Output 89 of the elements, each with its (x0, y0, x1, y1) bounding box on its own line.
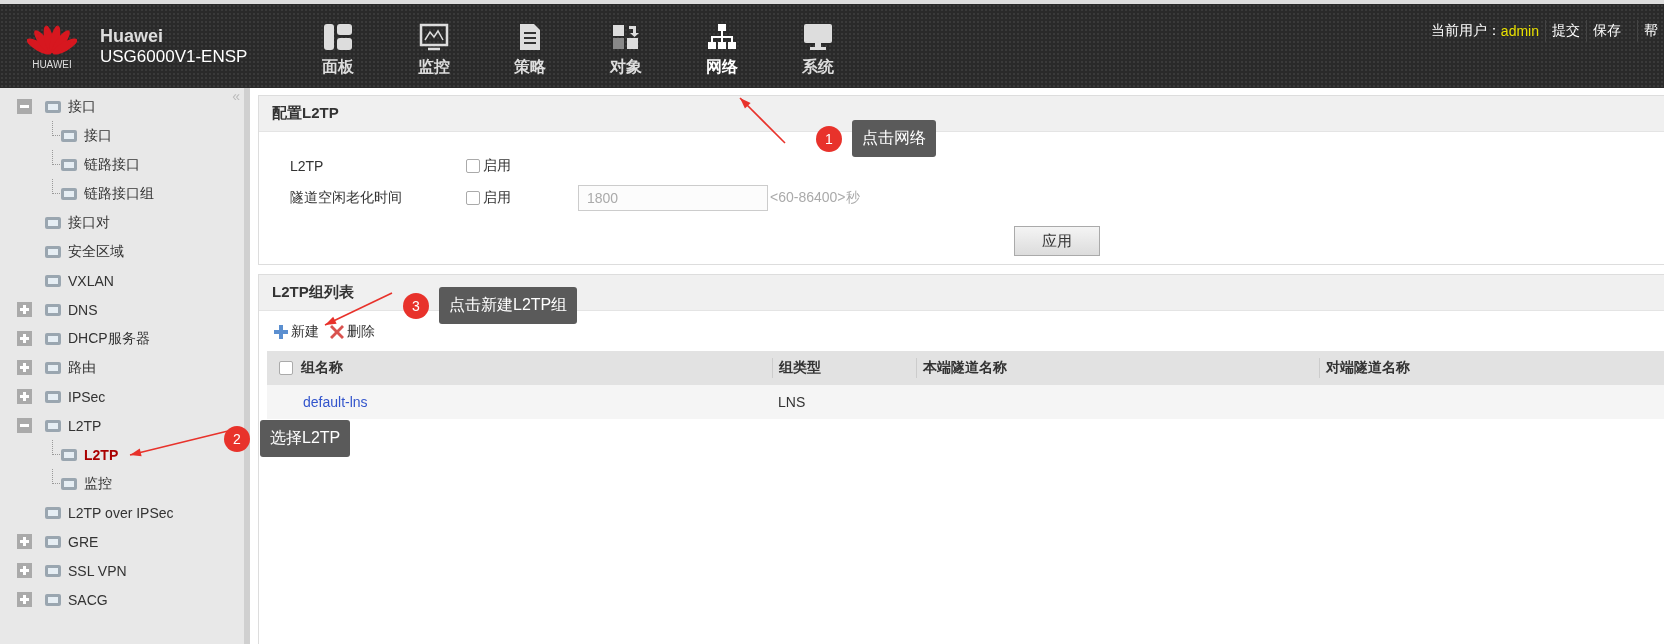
tree-item[interactable]: DNS (68, 301, 98, 318)
device-icon (44, 359, 62, 376)
nav-tab[interactable]: 策略 (482, 14, 578, 78)
device-icon (60, 156, 78, 173)
apply-button[interactable]: 应用 (1014, 226, 1100, 256)
field-label: L2TP (290, 158, 325, 174)
device-icon (44, 243, 62, 260)
expand-toggle-icon[interactable] (17, 360, 32, 375)
tree-item[interactable]: L2TP over IPSec (68, 504, 174, 521)
device-icon (60, 446, 78, 463)
device-icon (44, 330, 62, 347)
expand-toggle-icon[interactable] (17, 418, 32, 433)
select-all-checkbox[interactable] (279, 361, 293, 375)
expand-toggle-icon[interactable] (17, 563, 32, 578)
column-header[interactable]: 本端隧道名称 (923, 359, 1007, 377)
expand-toggle-icon[interactable] (17, 534, 32, 549)
device-icon (44, 533, 62, 550)
range-hint: <60-86400>秒 (770, 189, 860, 207)
device-icon (44, 562, 62, 579)
dashboard-icon (323, 22, 353, 51)
tree-item[interactable]: SACG (68, 591, 108, 608)
brand-name: Huawei (100, 25, 165, 47)
panel-title: 配置L2TP (272, 104, 339, 123)
device-icon (44, 272, 62, 289)
plus-icon (273, 324, 289, 340)
toolbar-button[interactable]: 新建 (291, 323, 319, 341)
panel-title: L2TP组列表 (272, 283, 354, 302)
group-name-link[interactable]: default-lns (303, 394, 368, 410)
table-cell: LNS (778, 394, 806, 410)
checkbox-label: 启用 (483, 189, 511, 207)
tree-item[interactable]: SSL VPN (68, 562, 127, 579)
tree-item[interactable]: 路由 (68, 358, 96, 377)
device-icon (44, 417, 62, 434)
nav-tab[interactable]: 监控 (386, 14, 482, 78)
cross-icon (329, 324, 345, 340)
header-action-link[interactable]: 提交 (1545, 20, 1586, 42)
nav-tab[interactable]: 对象 (578, 14, 674, 78)
expand-toggle-icon[interactable] (17, 389, 32, 404)
tree-item[interactable]: 监控 (84, 474, 112, 493)
tree-item[interactable]: L2TP (84, 446, 119, 463)
tree-item[interactable]: 接口 (84, 126, 112, 145)
expand-toggle-icon[interactable] (17, 99, 32, 114)
nav-tab[interactable]: 网络 (674, 14, 770, 78)
column-header[interactable]: 对端隧道名称 (1326, 359, 1410, 377)
device-icon (44, 388, 62, 405)
device-icon (44, 214, 62, 231)
device-icon (60, 127, 78, 144)
tree-item[interactable]: 链路接口 (84, 155, 140, 174)
checkbox[interactable] (466, 191, 480, 205)
column-header[interactable]: 组类型 (779, 359, 821, 377)
device-icon (44, 301, 62, 318)
tree-item[interactable]: 链路接口组 (84, 184, 154, 203)
tree-item[interactable]: L2TP (68, 417, 102, 434)
arrow (739, 97, 786, 144)
device-icon (60, 185, 78, 202)
callout-tooltip: 点击新建L2TP组 (439, 287, 578, 324)
nav-tab[interactable]: 系统 (770, 14, 866, 78)
user-name: admin (1500, 23, 1539, 39)
device-icon (60, 475, 78, 492)
callout-tooltip: 点击网络 (852, 120, 936, 157)
checkbox-label: 启用 (483, 157, 511, 175)
tree-item[interactable]: IPSec (68, 388, 106, 405)
column-header[interactable]: 组名称 (301, 359, 343, 377)
device-icon (44, 504, 62, 521)
logo-text: HUAWEI (32, 58, 72, 70)
computer-icon (803, 22, 833, 51)
tree-item[interactable]: 接口 (68, 97, 96, 116)
network-icon (707, 22, 737, 51)
toolbar-button[interactable]: 删除 (347, 323, 375, 341)
objects-icon (611, 22, 641, 51)
device-icon (44, 591, 62, 608)
tree-item[interactable]: GRE (68, 533, 99, 550)
current-user-label: 当前用户： (1430, 22, 1501, 40)
tree-item[interactable]: DHCP服务器 (68, 329, 150, 348)
checkbox[interactable] (466, 159, 480, 173)
header-action-link[interactable]: 帮 (1637, 20, 1664, 42)
field-label: 隧道空闲老化时间 (290, 189, 403, 207)
expand-toggle-icon[interactable] (17, 592, 32, 607)
tree-item[interactable]: 接口对 (68, 213, 110, 232)
monitor-icon (419, 22, 449, 51)
device-model: USG6000V1-ENSP (100, 46, 248, 67)
tree-item[interactable]: VXLAN (68, 272, 114, 289)
callout-tooltip: 选择L2TP (260, 420, 351, 457)
device-icon (44, 98, 62, 115)
header-action-link[interactable]: 保存 (1586, 20, 1627, 42)
expand-toggle-icon[interactable] (17, 331, 32, 346)
nav-tab[interactable]: 面板 (290, 14, 386, 78)
expand-toggle-icon[interactable] (17, 302, 32, 317)
tree-item[interactable]: 安全区域 (68, 242, 124, 261)
